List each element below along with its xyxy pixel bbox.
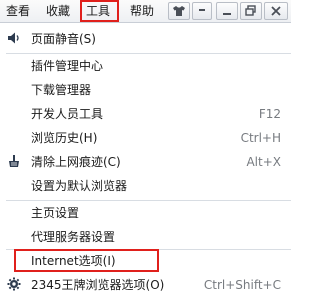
- shortcut-text: Ctrl+H: [240, 131, 281, 145]
- close-icon[interactable]: [264, 2, 288, 20]
- menu-help[interactable]: 帮助: [130, 0, 154, 23]
- shortcut-text: F12: [258, 107, 281, 121]
- tools-highlight-box: [80, 0, 119, 22]
- shortcut-text: Alt+X: [246, 155, 281, 169]
- internet-options-highlight-box: [14, 249, 159, 272]
- minimize-icon[interactable]: [216, 2, 238, 20]
- menu-item-download-manager[interactable]: 下载管理器: [0, 78, 291, 102]
- gear-icon: [6, 277, 22, 293]
- window-buttons: [168, 2, 288, 20]
- pin-icon[interactable]: [192, 2, 212, 20]
- menu-item-label: 设置为默认浏览器: [31, 179, 128, 193]
- menu-item-label: 插件管理中心: [31, 59, 104, 73]
- menu-item-browser-options[interactable]: 2345王牌浏览器选项(O) Ctrl+Shift+C: [0, 273, 291, 297]
- menu-item-label: 2345王牌浏览器选项(O): [31, 278, 165, 292]
- skin-icon[interactable]: [168, 2, 190, 20]
- menu-item-set-default-browser[interactable]: 设置为默认浏览器: [0, 174, 291, 198]
- menu-item-label: 清除上网痕迹(C): [31, 155, 121, 169]
- menu-item-history[interactable]: 浏览历史(H) Ctrl+H: [0, 126, 291, 150]
- menu-item-plugin-manager[interactable]: 插件管理中心: [0, 54, 291, 78]
- menu-item-label: 浏览历史(H): [31, 131, 98, 145]
- menu-item-developer-tools[interactable]: 开发人员工具 F12: [0, 102, 291, 126]
- shortcut-text: Ctrl+Shift+C: [203, 278, 281, 292]
- menu-view[interactable]: 查看: [6, 0, 30, 23]
- broom-icon: [6, 154, 22, 170]
- menu-item-label: 下载管理器: [31, 83, 92, 97]
- menu-favorites[interactable]: 收藏: [46, 0, 70, 23]
- menu-item-label: 主页设置: [31, 206, 80, 220]
- menu-item-clear-traces[interactable]: 清除上网痕迹(C) Alt+X: [0, 150, 291, 174]
- menu-item-page-mute[interactable]: 页面静音(S): [0, 27, 291, 51]
- menu-item-label: 开发人员工具: [31, 107, 104, 121]
- menu-item-proxy-settings[interactable]: 代理服务器设置: [0, 225, 291, 249]
- speaker-icon: [6, 31, 22, 47]
- menu-item-label: 页面静音(S): [31, 32, 96, 46]
- menu-item-label: 代理服务器设置: [31, 230, 116, 244]
- tools-dropdown-menu: 页面静音(S) 插件管理中心 下载管理器 开发人员工具 F12 浏览历史(H) …: [0, 23, 291, 302]
- menu-item-homepage-settings[interactable]: 主页设置: [0, 201, 291, 225]
- restore-icon[interactable]: [240, 2, 262, 20]
- menu-bar: 查看 收藏 工具 帮助: [0, 0, 291, 23]
